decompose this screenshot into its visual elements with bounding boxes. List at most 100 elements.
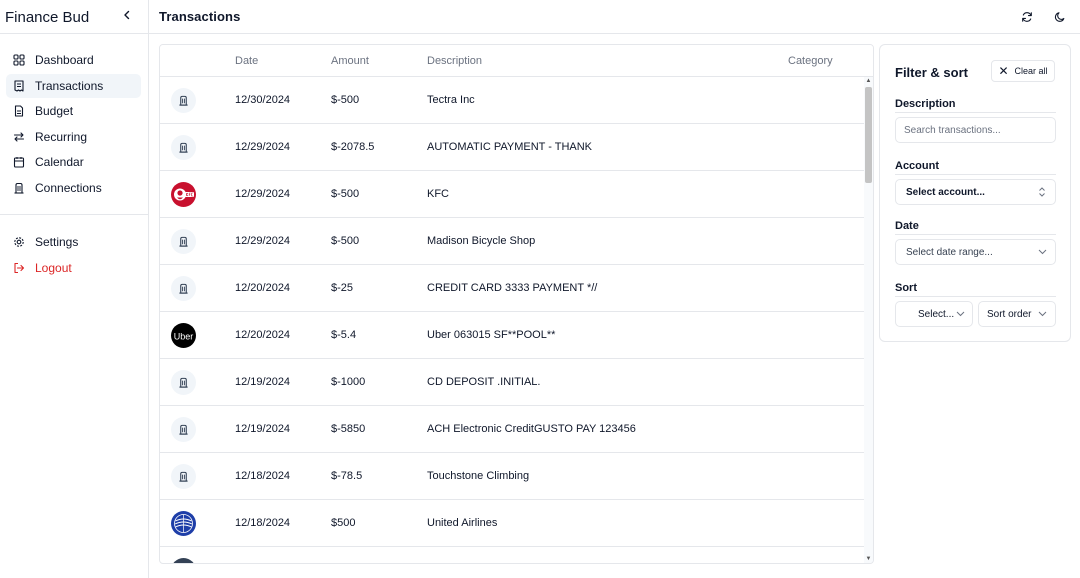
sidebar-item-recurring[interactable]: Recurring [6, 125, 141, 149]
bank-icon [171, 135, 196, 160]
date-cell: 12/19/2024 [235, 423, 291, 435]
description-label: Description [895, 98, 956, 110]
brand-name: Finance Bud [5, 9, 90, 26]
date-cell: 12/20/2024 [235, 282, 291, 294]
column-header-date[interactable]: Date [235, 55, 258, 67]
united-airlines-logo [171, 511, 196, 536]
sidebar-item-calendar[interactable]: Calendar [6, 150, 141, 174]
description-cell: Madison Bicycle Shop [427, 235, 536, 247]
svg-text:Uber: Uber [174, 331, 194, 341]
amount-cell: $-25 [331, 282, 354, 294]
description-cell: CD DEPOSIT .INITIAL. [427, 376, 541, 388]
section-divider [895, 174, 1056, 175]
theme-toggle-button[interactable] [1050, 7, 1070, 27]
amount-cell: $-5850 [331, 423, 366, 435]
description-cell: Touchstone Climbing [427, 470, 530, 482]
kfc-logo [171, 182, 196, 207]
bank-icon [171, 276, 196, 301]
filter-panel: Filter & sort ✕ Clear all Description Se… [879, 44, 1071, 342]
sidebar-item-logout[interactable]: Logout [6, 256, 141, 280]
sidebar-item-dashboard[interactable]: Dashboard [6, 48, 141, 72]
date-cell: 12/29/2024 [235, 235, 291, 247]
sidebar-item-budget[interactable]: Budget [6, 99, 141, 123]
sort-field-value: Select... [918, 308, 955, 320]
amount-cell: $-2078.5 [331, 141, 375, 153]
table-row[interactable]: 12/18/2024 $500 United Airlines [160, 500, 864, 547]
bank-icon [171, 417, 196, 442]
bank-icon [171, 88, 196, 113]
table-row[interactable]: 12/29/2024 $-2078.5 AUTOMATIC PAYMENT - TH… [160, 124, 864, 171]
collapse-sidebar-button[interactable] [118, 6, 136, 24]
table-row[interactable]: 12/30/2024 $-500 Tectra Inc [160, 77, 864, 124]
column-header-category[interactable]: Category [788, 55, 833, 67]
bank-icon [171, 558, 196, 563]
date-range-select[interactable]: Select date range... [895, 239, 1056, 265]
amount-cell: $500 [331, 517, 356, 529]
table-header: Date Amount Description Category [160, 45, 873, 77]
chevron-up-down-icon [1035, 187, 1049, 197]
account-select-value: Select account... [906, 186, 985, 198]
account-select[interactable]: Select account... [895, 179, 1056, 205]
amount-cell: $-78.5 [331, 470, 363, 482]
table-row[interactable]: 12/19/2024 $-5850 ACH Electronic CreditGUS… [160, 406, 864, 453]
table-row[interactable]: 12/29/2024 $-500 Madison Bicycle Shop [160, 218, 864, 265]
sidebar-item-label: Transactions [35, 79, 104, 93]
table-row[interactable]: 12/29/2024 $-500 KFC [160, 171, 864, 218]
description-cell: United Airlines [427, 517, 498, 529]
account-label: Account [895, 160, 939, 172]
sidebar-item-label: Calendar [35, 155, 84, 169]
bank-icon [171, 229, 196, 254]
scroll-down-arrow[interactable]: ▼ [864, 555, 873, 563]
document-icon [12, 105, 25, 118]
description-cell: Uber 063015 SF**POOL** [427, 329, 556, 341]
sidebar-item-label: Dashboard [35, 53, 94, 67]
table-row[interactable]: Uber 12/20/2024 $-5.4 Uber 063015 SF**POOL*… [160, 312, 864, 359]
sidebar-item-transactions[interactable]: Transactions [6, 74, 141, 98]
sidebar-item-label: Budget [35, 104, 74, 118]
sort-field-select[interactable]: Select... [895, 301, 973, 327]
clear-all-button[interactable]: ✕ Clear all [991, 60, 1055, 82]
date-cell: 12/29/2024 [235, 141, 291, 153]
table-body: 12/30/2024 $-500 Tectra Inc 12/29/2024 $-207… [160, 77, 864, 563]
page-title: Transactions [159, 9, 241, 24]
date-label: Date [895, 220, 919, 232]
sidebar-item-label: Logout [35, 261, 72, 275]
table-row[interactable]: 12/20/2024 $-25 CREDIT CARD 3333 PAYMENT *… [160, 265, 864, 312]
sort-order-select[interactable]: Sort order [978, 301, 1056, 327]
section-divider [895, 234, 1056, 235]
refresh-button[interactable] [1017, 7, 1037, 27]
description-cell: AUTOMATIC PAYMENT - THANK [427, 141, 593, 153]
bank-icon [12, 182, 25, 195]
chevron-down-icon [1035, 311, 1049, 317]
date-range-value: Select date range... [906, 246, 993, 258]
chevron-down-icon [1035, 249, 1049, 255]
date-cell: 12/18/2024 [235, 470, 291, 482]
table-row[interactable]: 12/18/2024 $-78.5 Touchstone Climbing [160, 453, 864, 500]
transactions-table: Date Amount Description Category 12/30/2… [159, 44, 874, 564]
logout-icon [12, 262, 25, 275]
date-cell: 12/29/2024 [235, 188, 291, 200]
description-cell: ACH Electronic CreditGUSTO PAY 123456 [427, 423, 636, 435]
scroll-thumb[interactable] [865, 87, 872, 183]
bank-icon [171, 464, 196, 489]
table-row[interactable]: 12/19/2024 $-1000 CD DEPOSIT .INITIAL. [160, 359, 864, 406]
sort-label: Sort [895, 282, 917, 294]
table-scrollbar[interactable]: ▲ ▼ [864, 77, 873, 563]
scroll-up-arrow[interactable]: ▲ [864, 77, 873, 85]
refresh-icon [1022, 12, 1032, 22]
dashboard-icon [12, 54, 25, 67]
date-cell: 12/19/2024 [235, 376, 291, 388]
search-input[interactable]: Search transactions... [895, 117, 1056, 143]
table-row[interactable] [160, 547, 864, 563]
amount-cell: $-500 [331, 235, 360, 247]
sidebar-item-settings[interactable]: Settings [6, 230, 141, 254]
section-divider [895, 296, 1056, 297]
amount-cell: $-1000 [331, 376, 366, 388]
gear-icon [12, 236, 25, 249]
column-header-amount[interactable]: Amount [331, 55, 369, 67]
amount-cell: $-500 [331, 94, 360, 106]
chevron-down-icon [954, 311, 966, 317]
column-header-description[interactable]: Description [427, 55, 482, 67]
sidebar-item-label: Recurring [35, 130, 88, 144]
sidebar-item-connections[interactable]: Connections [6, 176, 141, 200]
